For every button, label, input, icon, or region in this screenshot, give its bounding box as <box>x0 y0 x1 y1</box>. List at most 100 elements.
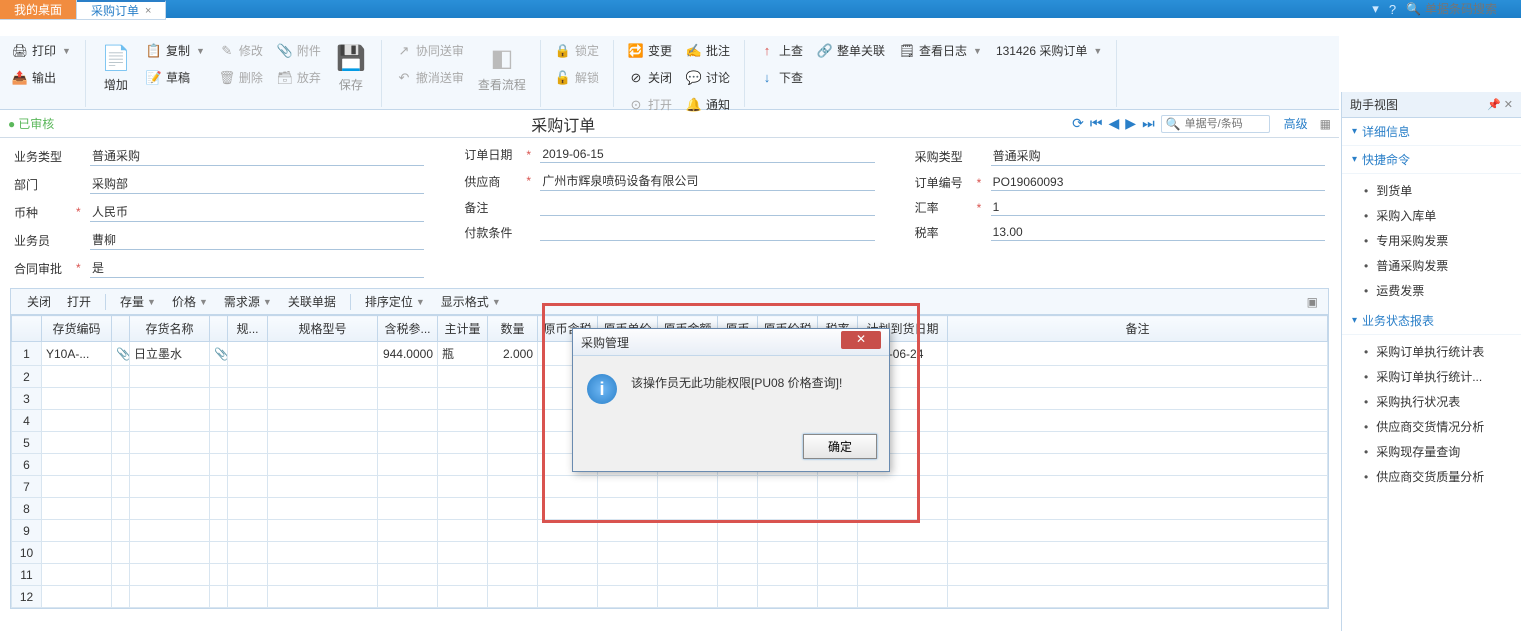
pay-terms-value[interactable] <box>540 224 874 241</box>
gridtb-display[interactable]: 显示格式▼ <box>435 291 507 312</box>
maximize-icon[interactable]: ▣ <box>1307 295 1318 309</box>
sidebar-item[interactable]: 到货单 <box>1364 178 1521 203</box>
note-icon: ✍ <box>686 43 702 59</box>
clerk-value[interactable]: 曹柳 <box>90 230 424 250</box>
output-button[interactable]: 📤输出 <box>8 67 75 88</box>
col-inv-code[interactable]: 存货编码 <box>42 316 112 342</box>
dialog-titlebar[interactable]: 采购管理 ✕ <box>573 329 889 356</box>
sidebar-item[interactable]: 采购现存量查询 <box>1364 439 1521 464</box>
down-check-button[interactable]: ↓下查 <box>755 67 807 88</box>
col-spec[interactable]: 规... <box>228 316 268 342</box>
undo-icon: ↶ <box>396 70 412 86</box>
sidebar-item[interactable]: 供应商交货质量分析 <box>1364 464 1521 489</box>
assistant-panel: 助手视图 📌 ✕ ▾详细信息 ▾快捷命令 到货单采购入库单专用采购发票普通采购发… <box>1341 92 1521 631</box>
batch-note-button[interactable]: ✍批注 <box>682 40 734 61</box>
print-button[interactable]: 🖨打印▼ <box>8 40 75 61</box>
biz-type-value[interactable]: 普通采购 <box>90 146 424 166</box>
gridtb-sort[interactable]: 排序定位▼ <box>359 291 431 312</box>
abandon-button[interactable]: 🗃放弃 <box>273 67 325 88</box>
dept-value[interactable]: 采购部 <box>90 174 424 194</box>
doc-search[interactable]: 🔍 <box>1161 115 1270 133</box>
gridtb-price[interactable]: 价格▼ <box>166 291 214 312</box>
gridtb-stock[interactable]: 存量▼ <box>114 291 162 312</box>
attach-button[interactable]: 📎附件 <box>273 40 325 61</box>
doc-ref-button[interactable]: 131426 采购订单▼ <box>992 40 1106 61</box>
close-doc-button[interactable]: ⊘关闭 <box>624 67 676 88</box>
table-row[interactable]: 11 <box>12 564 1328 586</box>
close-icon[interactable]: × <box>145 5 151 17</box>
note-value[interactable] <box>540 199 874 216</box>
col-inv-name[interactable]: 存货名称 <box>130 316 210 342</box>
tab-desktop[interactable]: 我的桌面 <box>0 0 77 19</box>
table-row[interactable]: 8 <box>12 498 1328 520</box>
order-no-value[interactable]: PO19060093 <box>991 174 1325 191</box>
table-row[interactable]: 7 <box>12 476 1328 498</box>
lock-button[interactable]: 🔒锁定 <box>551 40 603 61</box>
sidebar-item[interactable]: 专用采购发票 <box>1364 228 1521 253</box>
rate-value[interactable]: 1 <box>991 199 1325 216</box>
dropdown-icon[interactable]: ▾ <box>1372 1 1379 17</box>
first-icon[interactable]: ⏮ <box>1090 115 1103 132</box>
view-log-button[interactable]: 🗒查看日志▼ <box>895 40 986 61</box>
refresh-icon[interactable]: ⟳ <box>1072 115 1084 132</box>
up-check-button[interactable]: ↑上查 <box>755 40 807 61</box>
down-icon: ↓ <box>759 70 775 86</box>
po-type-value[interactable]: 普通采购 <box>991 146 1325 166</box>
dialog-ok-button[interactable]: 确定 <box>803 434 877 459</box>
sidepanel-header: 助手视图 📌 ✕ <box>1342 92 1521 118</box>
col-remark[interactable]: 备注 <box>948 316 1328 342</box>
copy-button[interactable]: 📋复制▼ <box>142 40 209 61</box>
col-unit[interactable]: 主计量 <box>438 316 488 342</box>
gridtb-demand[interactable]: 需求源▼ <box>218 291 278 312</box>
col-tax-ref[interactable]: 含税参... <box>378 316 438 342</box>
gridtb-open[interactable]: 打开 <box>61 291 97 312</box>
coop-submit-button[interactable]: ↗协同送审 <box>392 40 468 61</box>
dialog-close-button[interactable]: ✕ <box>841 331 881 349</box>
grid-layout-icon[interactable]: ▦ <box>1320 117 1331 131</box>
contract-approve-value[interactable]: 是 <box>90 258 424 278</box>
full-link-button[interactable]: 🔗整单关联 <box>813 40 889 61</box>
advanced-link[interactable]: 高级 <box>1284 115 1308 132</box>
order-date-value[interactable]: 2019-06-15 <box>540 146 874 163</box>
save-button[interactable]: 💾 保存 <box>331 40 371 95</box>
currency-value[interactable]: 人民币 <box>90 202 424 222</box>
change-button[interactable]: 🔁变更 <box>624 40 676 61</box>
sidebar-item[interactable]: 运费发票 <box>1364 278 1521 303</box>
col-model[interactable]: 规格型号 <box>268 316 378 342</box>
help-icon[interactable]: ? <box>1389 2 1396 17</box>
pin-icon[interactable]: 📌 ✕ <box>1487 98 1513 111</box>
prev-icon[interactable]: ◀ <box>1109 115 1120 132</box>
table-row[interactable]: 9 <box>12 520 1328 542</box>
draft-button[interactable]: 📝草稿 <box>142 67 209 88</box>
doc-search-input[interactable] <box>1185 118 1265 130</box>
section-details[interactable]: ▾详细信息 <box>1342 118 1521 146</box>
sidebar-item[interactable]: 采购订单执行统计表 <box>1364 339 1521 364</box>
sidebar-item[interactable]: 普通采购发票 <box>1364 253 1521 278</box>
delete-button[interactable]: 🗑删除 <box>215 67 267 88</box>
section-status-report[interactable]: ▾业务状态报表 <box>1342 307 1521 335</box>
tab-purchase-order[interactable]: 采购订单× <box>77 0 166 19</box>
sidebar-item[interactable]: 采购入库单 <box>1364 203 1521 228</box>
table-row[interactable]: 10 <box>12 542 1328 564</box>
section-quick[interactable]: ▾快捷命令 <box>1342 146 1521 174</box>
change-icon: 🔁 <box>628 43 644 59</box>
next-icon[interactable]: ▶ <box>1125 115 1136 132</box>
sidebar-item[interactable]: 供应商交货情况分析 <box>1364 414 1521 439</box>
col-qty[interactable]: 数量 <box>488 316 538 342</box>
add-button[interactable]: 📄 增加 <box>96 40 136 95</box>
global-search-input[interactable] <box>1425 2 1515 16</box>
view-flow-button[interactable]: ◧ 查看流程 <box>474 40 530 95</box>
global-search[interactable]: 🔍 <box>1406 2 1515 16</box>
table-row[interactable]: 12 <box>12 586 1328 608</box>
sidebar-item[interactable]: 采购订单执行统计... <box>1364 364 1521 389</box>
supplier-value[interactable]: 广州市辉泉喷码设备有限公司 <box>540 171 874 191</box>
unlock-button[interactable]: 🔓解锁 <box>551 67 603 88</box>
tax-rate-value[interactable]: 13.00 <box>991 224 1325 241</box>
sidebar-item[interactable]: 采购执行状况表 <box>1364 389 1521 414</box>
gridtb-linkdoc[interactable]: 关联单据 <box>282 291 342 312</box>
modify-button[interactable]: ✎修改 <box>215 40 267 61</box>
last-icon[interactable]: ⏭ <box>1142 115 1155 132</box>
undo-submit-button[interactable]: ↶撤消送审 <box>392 67 468 88</box>
discuss-button[interactable]: 💬讨论 <box>682 67 734 88</box>
gridtb-close[interactable]: 关闭 <box>21 291 57 312</box>
